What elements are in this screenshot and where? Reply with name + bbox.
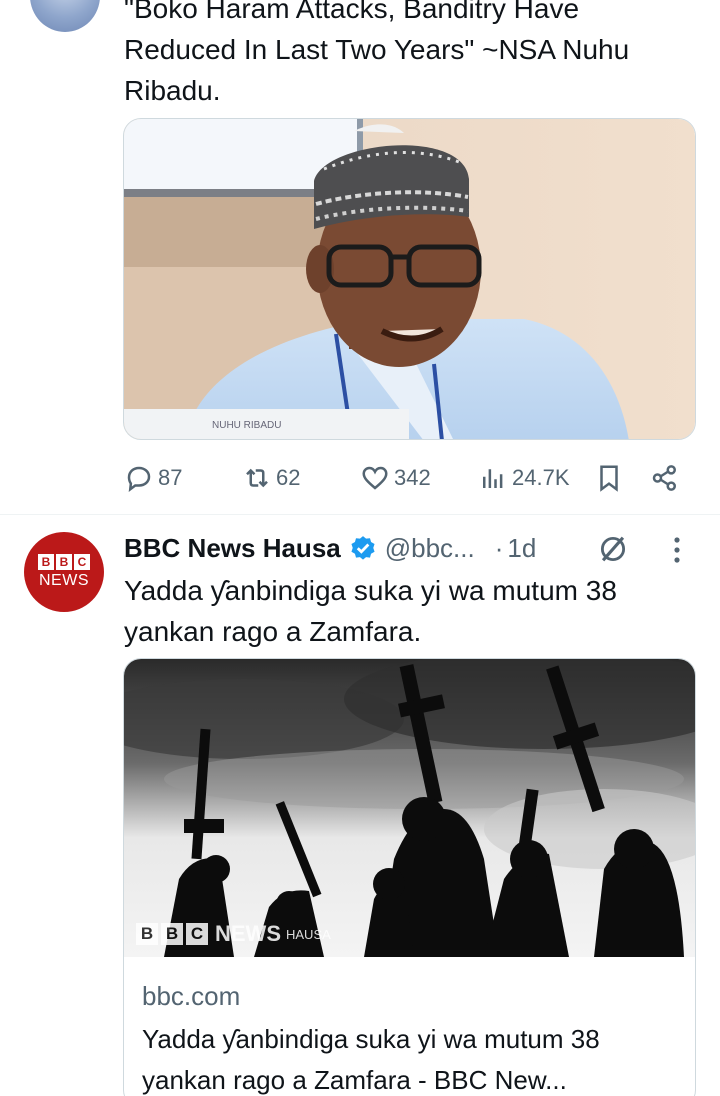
tweet-divider: [0, 514, 720, 515]
tweet-text: "Boko Haram Attacks, Banditry Have Reduc…: [124, 0, 630, 106]
bookmark-icon: [600, 465, 618, 492]
link-title: Yadda ƴanbindiga suka yi wa mutum 38 yan…: [142, 1024, 600, 1095]
link-preview-card[interactable]: B B C NEWS HAUSA bbc.com Yadda ƴanbindig…: [123, 658, 696, 1096]
author-handle[interactable]: @bbc...: [385, 533, 475, 564]
repost-count: 62: [276, 465, 301, 490]
author-avatar[interactable]: [30, 0, 100, 32]
more-icon[interactable]: [672, 536, 682, 564]
watermark-news: NEWS: [215, 921, 281, 946]
views-button[interactable]: 24.7K: [478, 458, 570, 498]
reply-icon: [127, 466, 151, 492]
like-button[interactable]: 342: [360, 458, 431, 498]
views-icon: [483, 469, 503, 488]
grok-icon[interactable]: [596, 532, 630, 566]
separator-dot: ·: [494, 532, 504, 563]
watermark-box: B: [136, 923, 158, 945]
timestamp[interactable]: 1d: [507, 533, 536, 564]
bbc-logo-box: B: [38, 554, 54, 570]
link-domain: bbc.com: [142, 981, 241, 1011]
verified-icon: [351, 536, 375, 560]
tweet-text: Yadda ƴanbindiga suka yi wa mutum 38 yan…: [124, 575, 617, 647]
watermark-hausa: HAUSA: [286, 926, 331, 942]
watermark-box: C: [186, 923, 208, 945]
share-button[interactable]: [650, 458, 680, 498]
author-avatar[interactable]: B B C NEWS: [24, 532, 104, 612]
bbc-logo: B B C: [38, 554, 90, 570]
tweet-photo[interactable]: NUHU RIBADU: [123, 118, 696, 440]
name-plate-text: NUHU RIBADU: [212, 420, 281, 431]
tweet-header: BBC News Hausa @bbc... · 1d: [124, 528, 704, 568]
bbc-logo-news: NEWS: [39, 572, 89, 589]
author-name[interactable]: BBC News Hausa: [124, 533, 341, 564]
bookmark-button[interactable]: [594, 458, 624, 498]
like-icon: [362, 466, 388, 490]
tweet-actions: 87 62 342 24.7K: [124, 458, 684, 498]
repost-button[interactable]: 62: [242, 458, 300, 498]
views-count: 24.7K: [512, 465, 570, 490]
bbc-logo-box: C: [74, 554, 90, 570]
bbc-hausa-watermark: B B C NEWS HAUSA: [136, 921, 331, 947]
repost-icon: [246, 468, 268, 488]
watermark-box: B: [161, 923, 183, 945]
like-count: 342: [394, 465, 431, 490]
share-icon: [652, 465, 676, 491]
reply-button[interactable]: 87: [124, 458, 182, 498]
bbc-logo-box: B: [56, 554, 72, 570]
link-preview-image[interactable]: B B C NEWS HAUSA: [124, 659, 695, 957]
reply-count: 87: [158, 465, 183, 490]
